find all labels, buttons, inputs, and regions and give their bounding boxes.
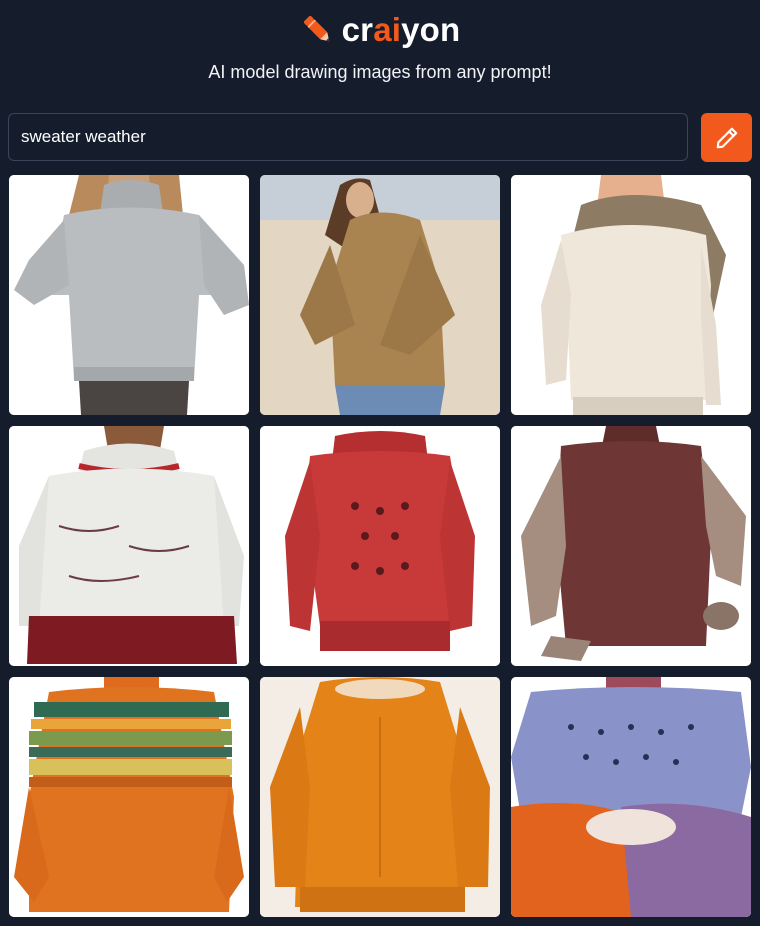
- result-image-2[interactable]: [260, 175, 500, 415]
- result-image-8[interactable]: [260, 677, 500, 917]
- orange-sweater-picture: [260, 677, 500, 917]
- result-image-4[interactable]: [9, 426, 249, 666]
- maroon-sweater-picture: [511, 426, 751, 666]
- prompt-bar: [8, 113, 752, 163]
- white-red-sweater-picture: [9, 426, 249, 666]
- result-image-6[interactable]: [511, 426, 751, 666]
- logo-text-suffix: yon: [401, 11, 461, 48]
- blue-orange-sweaters-picture: [511, 677, 751, 917]
- result-image-3[interactable]: [511, 175, 751, 415]
- draw-button[interactable]: [701, 113, 752, 162]
- brown-sweater-picture: [260, 175, 500, 415]
- result-image-1[interactable]: [9, 175, 249, 415]
- prompt-input[interactable]: [8, 113, 688, 161]
- cream-sweater-picture: [511, 175, 751, 415]
- result-image-5[interactable]: [260, 426, 500, 666]
- pencil-edit-icon: [716, 127, 737, 148]
- pencil-icon: [303, 15, 329, 42]
- logo-text-prefix: cr: [341, 11, 374, 48]
- results-grid: [9, 175, 751, 917]
- result-image-7[interactable]: [9, 677, 249, 917]
- grey-sweater-picture: [9, 175, 249, 415]
- tagline: AI model drawing images from any prompt!: [208, 62, 552, 82]
- header: craiyon AI model drawing images from any…: [0, 0, 760, 100]
- logo-wordmark: craiyon: [342, 8, 461, 52]
- striped-orange-sweater-picture: [9, 677, 249, 917]
- red-sweater-picture: [260, 426, 500, 666]
- result-image-9[interactable]: [511, 677, 751, 917]
- craiyon-logo[interactable]: craiyon: [0, 8, 760, 52]
- logo-text-accent: ai: [373, 11, 402, 48]
